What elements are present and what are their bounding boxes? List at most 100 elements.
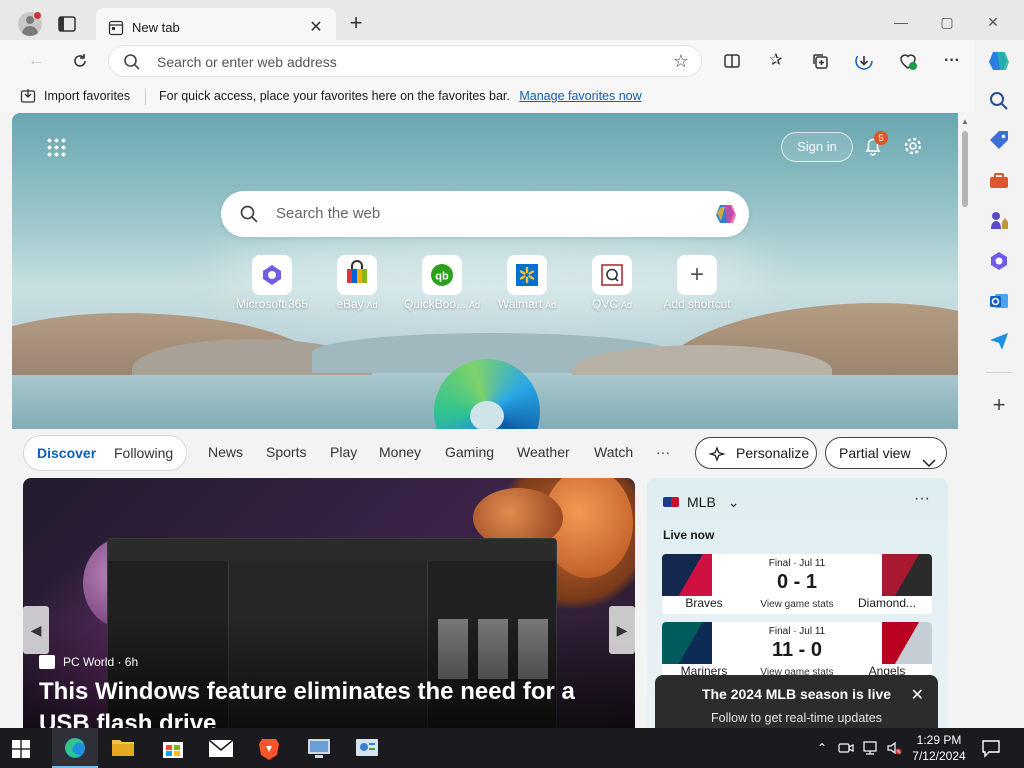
nav-news[interactable]: News bbox=[208, 444, 243, 460]
new-tab-button[interactable]: + bbox=[344, 12, 368, 36]
featured-article-card[interactable]: ◀ ▶ PC World · 6h This Windows feature e… bbox=[23, 478, 635, 728]
web-search-icon bbox=[239, 204, 259, 229]
close-toast-icon[interactable]: ✕ bbox=[911, 685, 924, 705]
view-game-stats-link[interactable]: View game stats bbox=[752, 599, 842, 610]
nav-money[interactable]: Money bbox=[379, 444, 421, 460]
profile-alert-dot bbox=[34, 12, 41, 19]
games-chess-icon[interactable] bbox=[984, 206, 1014, 236]
drop-send-icon[interactable] bbox=[984, 326, 1014, 356]
back-button[interactable]: ← bbox=[22, 48, 50, 74]
refresh-button[interactable] bbox=[66, 48, 94, 74]
nav-more-icon[interactable]: ··· bbox=[656, 444, 670, 460]
web-search-box[interactable]: Search the web bbox=[221, 191, 749, 237]
game-score: 11 - 0 bbox=[771, 639, 823, 661]
game-row[interactable]: Braves Final · Jul 11 0 - 1 View game st… bbox=[662, 554, 932, 614]
taskbar-store-icon[interactable] bbox=[150, 728, 196, 768]
mlb-follow-toast[interactable]: The 2024 MLB season is live Follow to ge… bbox=[655, 675, 938, 728]
mlb-header[interactable]: MLB ⌄ bbox=[663, 493, 739, 511]
page-settings-gear-icon[interactable] bbox=[902, 135, 924, 157]
favorites-icon[interactable]: ✰ bbox=[762, 48, 790, 74]
scroll-up-arrow-icon[interactable]: ▲ bbox=[961, 117, 969, 126]
favorites-bar: Import favorites For quick access, place… bbox=[0, 82, 974, 112]
favorites-bar-message: For quick access, place your favorites h… bbox=[159, 88, 642, 104]
shortcut-qvc[interactable]: QVC Ad bbox=[567, 255, 657, 315]
mlb-more-options-icon[interactable]: ··· bbox=[914, 490, 930, 508]
action-center-icon[interactable] bbox=[980, 738, 1002, 758]
taskbar-remote-desktop-icon[interactable] bbox=[296, 728, 342, 768]
tray-network-icon[interactable] bbox=[862, 740, 878, 756]
sidebar-search-icon[interactable] bbox=[984, 86, 1014, 116]
shortcut-label: QuickBoo... Ad bbox=[403, 297, 481, 311]
tab-actions-icon[interactable] bbox=[56, 14, 78, 34]
game-row[interactable]: Mariners Final · Jul 11 11 - 0 View game… bbox=[662, 622, 932, 682]
personalize-label: Personalize bbox=[736, 445, 810, 461]
scrollbar-thumb[interactable] bbox=[962, 131, 968, 207]
away-team-name: Diamond... bbox=[857, 596, 917, 610]
view-mode-dropdown[interactable]: Partial view bbox=[825, 437, 947, 469]
outlook-icon[interactable] bbox=[984, 286, 1014, 316]
mlb-title: MLB bbox=[687, 494, 716, 510]
toast-title: The 2024 MLB season is live bbox=[701, 686, 892, 702]
show-hidden-icons-chevron-icon[interactable]: ⌃ bbox=[814, 740, 830, 756]
shortcut-walmart[interactable]: Walmart Ad bbox=[482, 255, 572, 315]
nav-play[interactable]: Play bbox=[330, 444, 357, 460]
browser-essentials-icon[interactable] bbox=[894, 48, 922, 74]
tray-volume-muted-icon[interactable] bbox=[886, 740, 902, 756]
manage-favorites-link[interactable]: Manage favorites now bbox=[519, 89, 641, 103]
downloads-icon[interactable] bbox=[850, 48, 878, 74]
shortcut-ebay[interactable]: eBay Ad bbox=[312, 255, 402, 315]
feed-navigation: Discover Following News Sports Play Mone… bbox=[12, 435, 958, 471]
game-status: Final · Jul 11 bbox=[768, 558, 826, 569]
personalize-sparkle-icon bbox=[708, 444, 726, 474]
split-screen-icon[interactable] bbox=[718, 48, 746, 74]
taskbar-brave-icon[interactable] bbox=[246, 728, 292, 768]
ebay-bag-icon bbox=[337, 255, 377, 295]
page-scrollbar[interactable]: ▲ bbox=[958, 113, 972, 728]
taskbar-mail-icon[interactable] bbox=[198, 728, 244, 768]
toast-subtitle: Follow to get real-time updates bbox=[711, 711, 882, 725]
shopping-tag-icon[interactable] bbox=[984, 126, 1014, 156]
close-window-button[interactable]: ✕ bbox=[970, 8, 1016, 36]
tab-following[interactable]: Following bbox=[114, 445, 173, 461]
close-tab-icon[interactable]: ✕ bbox=[306, 18, 326, 38]
nav-watch[interactable]: Watch bbox=[594, 444, 633, 460]
app-launcher-icon[interactable] bbox=[46, 137, 66, 157]
windows-start-icon[interactable] bbox=[12, 740, 30, 758]
taskbar-control-panel-icon[interactable] bbox=[344, 728, 390, 768]
personalize-button[interactable]: Personalize bbox=[695, 437, 817, 469]
taskbar-file-explorer-icon[interactable] bbox=[100, 728, 146, 768]
copilot-icon[interactable] bbox=[984, 46, 1014, 76]
settings-more-icon[interactable]: ··· bbox=[938, 48, 966, 74]
import-favorites-button[interactable]: Import favorites bbox=[20, 88, 130, 108]
carousel-next-button[interactable]: ▶ bbox=[609, 606, 635, 654]
microsoft-365-icon[interactable] bbox=[984, 246, 1014, 276]
tab-title: New tab bbox=[132, 20, 180, 35]
game-status: Final · Jul 11 bbox=[768, 626, 826, 637]
tab-discover[interactable]: Discover bbox=[37, 445, 96, 461]
shortcut-microsoft-365[interactable]: Microsoft 365 bbox=[227, 255, 317, 315]
article-title[interactable]: This Windows feature eliminates the need… bbox=[39, 676, 629, 728]
add-sidebar-app-icon[interactable]: + bbox=[984, 390, 1014, 420]
copilot-search-icon[interactable] bbox=[711, 199, 741, 229]
sign-in-button[interactable]: Sign in bbox=[781, 132, 853, 162]
shortcut-quickbooks[interactable]: qb QuickBoo... Ad bbox=[397, 255, 487, 315]
chevron-down-icon bbox=[922, 448, 936, 478]
maximize-button[interactable]: ▢ bbox=[924, 8, 970, 36]
collections-icon[interactable] bbox=[806, 48, 834, 74]
favorite-star-icon[interactable]: ☆ bbox=[673, 52, 689, 70]
article-age: 6h bbox=[124, 655, 139, 669]
minimize-button[interactable]: — bbox=[878, 8, 924, 36]
carousel-prev-button[interactable]: ◀ bbox=[23, 606, 49, 654]
address-bar[interactable]: Search or enter web address ☆ bbox=[108, 45, 702, 77]
add-shortcut-plus-icon: + bbox=[677, 255, 717, 295]
add-shortcut-button[interactable]: + Add shortcut bbox=[652, 255, 742, 315]
nav-weather[interactable]: Weather bbox=[517, 444, 570, 460]
new-tab-page: Sign in 5 Search the web Microsoft 365 e… bbox=[12, 113, 958, 728]
tray-camera-icon[interactable] bbox=[838, 740, 854, 756]
taskbar-clock[interactable]: 1:29 PM 7/12/2024 bbox=[906, 732, 972, 764]
tools-toolbox-icon[interactable] bbox=[984, 166, 1014, 196]
nav-gaming[interactable]: Gaming bbox=[445, 444, 494, 460]
feed-mode-tabs: Discover Following bbox=[23, 435, 187, 471]
nav-sports[interactable]: Sports bbox=[266, 444, 306, 460]
taskbar-edge-icon[interactable] bbox=[52, 728, 98, 768]
